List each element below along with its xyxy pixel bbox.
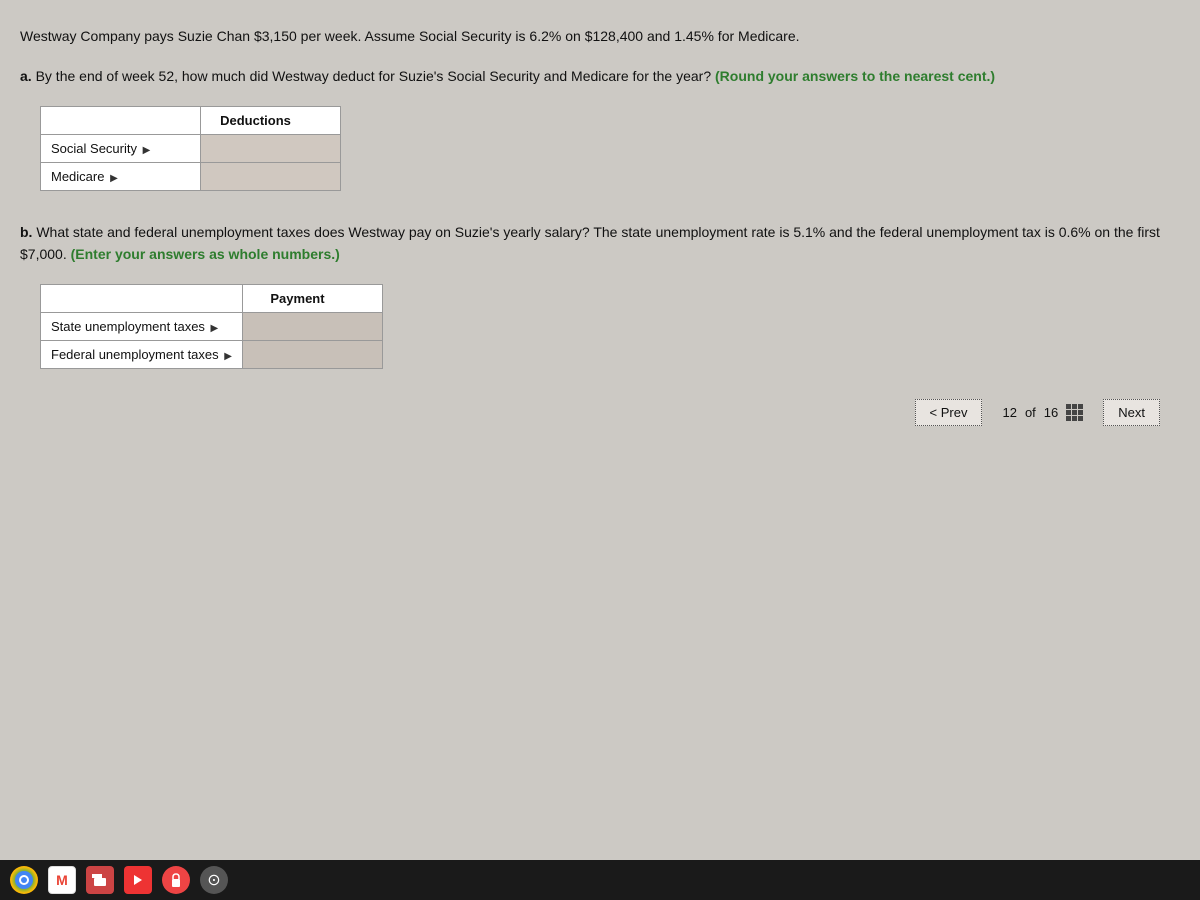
- arrow-icon-1: ▶: [143, 145, 151, 156]
- current-page: 12: [1002, 405, 1016, 420]
- table-a-section: Deductions Social Security ▶ Medicare ▶: [40, 106, 1180, 191]
- medicare-input[interactable]: [201, 162, 341, 190]
- prev-button[interactable]: < Prev: [915, 399, 983, 426]
- payment-empty-header: [41, 284, 243, 312]
- problem-b-instruction: b. What state and federal unemployment t…: [20, 221, 1180, 266]
- files-icon[interactable]: [86, 866, 114, 894]
- arrow-icon-3: ▶: [211, 323, 219, 334]
- deductions-empty-header: [41, 106, 201, 134]
- table-row: Medicare ▶: [41, 162, 341, 190]
- grid-icon[interactable]: [1066, 404, 1083, 421]
- deductions-header: Deductions: [201, 106, 341, 134]
- deductions-table: Deductions Social Security ▶ Medicare ▶: [40, 106, 341, 191]
- total-pages: 16: [1044, 405, 1058, 420]
- payment-header: Payment: [242, 284, 382, 312]
- next-button[interactable]: Next: [1103, 399, 1160, 426]
- state-tax-label: State unemployment taxes ▶: [41, 312, 243, 340]
- table-row: Social Security ▶: [41, 134, 341, 162]
- part-b-label: b.: [20, 224, 32, 240]
- navigation-area: < Prev 12 of 16 Next: [20, 399, 1180, 426]
- arrow-icon-4: ▶: [224, 351, 232, 362]
- medicare-label: Medicare ▶: [41, 162, 201, 190]
- problem-a-text: Westway Company pays Suzie Chan $3,150 p…: [20, 25, 1180, 47]
- of-text: of: [1025, 405, 1036, 420]
- page-indicator: 12 of 16: [1002, 404, 1083, 421]
- part-a-label: a.: [20, 68, 32, 84]
- problem-a-instruction: a. By the end of week 52, how much did W…: [20, 65, 1180, 87]
- part-a-main: By the end of week 52, how much did West…: [32, 68, 711, 84]
- arrow-icon-2: ▶: [110, 173, 118, 184]
- table-row: State unemployment taxes ▶: [41, 312, 383, 340]
- part-b-highlight: (Enter your answers as whole numbers.): [67, 246, 340, 262]
- federal-tax-label: Federal unemployment taxes ▶: [41, 340, 243, 368]
- main-content: Westway Company pays Suzie Chan $3,150 p…: [0, 0, 1200, 860]
- social-security-input[interactable]: [201, 134, 341, 162]
- table-row: Federal unemployment taxes ▶: [41, 340, 383, 368]
- taskbar: M ⊙: [0, 860, 1200, 900]
- federal-tax-input[interactable]: [242, 340, 382, 368]
- settings-icon[interactable]: ⊙: [200, 866, 228, 894]
- play-icon[interactable]: [124, 866, 152, 894]
- table-b-section: Payment State unemployment taxes ▶ Feder…: [40, 284, 1180, 369]
- chrome-icon[interactable]: [10, 866, 38, 894]
- social-security-label: Social Security ▶: [41, 134, 201, 162]
- problem-b-section: b. What state and federal unemployment t…: [20, 221, 1180, 369]
- lock-icon[interactable]: [162, 866, 190, 894]
- problem-a-line1: Westway Company pays Suzie Chan $3,150 p…: [20, 28, 800, 44]
- part-a-highlight: (Round your answers to the nearest cent.…: [711, 68, 995, 84]
- payment-table: Payment State unemployment taxes ▶ Feder…: [40, 284, 383, 369]
- state-tax-input[interactable]: [242, 312, 382, 340]
- gmail-icon[interactable]: M: [48, 866, 76, 894]
